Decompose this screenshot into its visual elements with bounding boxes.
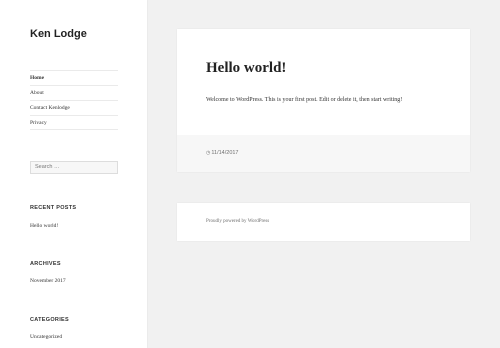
- wordpress-credit-link[interactable]: Proudly powered by WordPress: [206, 219, 269, 224]
- nav-item-privacy[interactable]: Privacy: [30, 115, 118, 130]
- post-card: Hello world! Welcome to WordPress. This …: [177, 29, 470, 172]
- categories-heading: CATEGORIES: [30, 317, 69, 323]
- clock-icon: ◷: [206, 150, 211, 156]
- post-content: Welcome to WordPress. This is your first…: [206, 97, 403, 103]
- search-input[interactable]: Search …: [30, 161, 118, 174]
- site-title[interactable]: Ken Lodge: [30, 28, 87, 40]
- category-link[interactable]: Uncategorized: [30, 334, 62, 340]
- archive-link[interactable]: November 2017: [30, 278, 66, 284]
- post-title[interactable]: Hello world!: [206, 60, 286, 77]
- post-date: 11/14/2017: [211, 150, 239, 156]
- recent-post-link[interactable]: Hello world!: [30, 223, 58, 229]
- post-meta: ◷11/14/2017: [177, 135, 470, 172]
- nav-item-about[interactable]: About: [30, 85, 118, 100]
- nav-item-home[interactable]: Home: [30, 70, 118, 85]
- main-navigation: Home About Contact Kenlodge Privacy: [30, 70, 118, 130]
- post-date-link[interactable]: ◷11/14/2017: [206, 150, 239, 156]
- site-footer: Proudly powered by WordPress: [177, 203, 470, 241]
- sidebar: Ken Lodge Home About Contact Kenlodge Pr…: [0, 0, 147, 348]
- archives-heading: ARCHIVES: [30, 261, 61, 267]
- nav-item-contact[interactable]: Contact Kenlodge: [30, 100, 118, 115]
- recent-posts-heading: RECENT POSTS: [30, 205, 77, 211]
